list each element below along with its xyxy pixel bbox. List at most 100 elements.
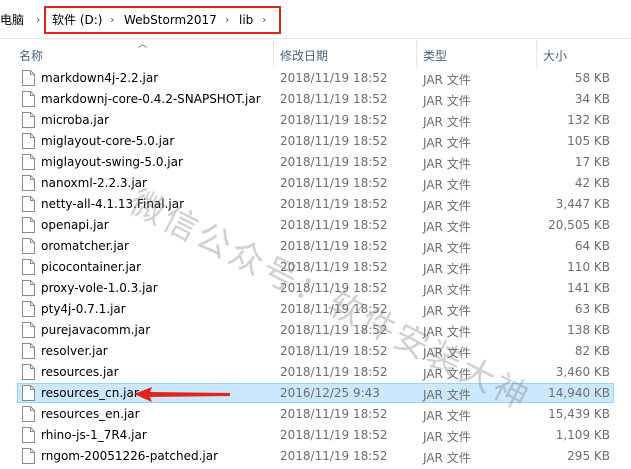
file-size: 110 KB (567, 260, 610, 274)
file-row[interactable]: rhino-js-1_7R4.jar 2018/11/19 18:52 JAR … (0, 425, 631, 446)
file-row[interactable]: nanoxml-2.2.3.jar 2018/11/19 18:52 JAR 文… (0, 173, 631, 194)
file-icon (22, 70, 35, 86)
file-name[interactable]: rngom-20051226-patched.jar (41, 449, 218, 463)
file-size: 82 KB (574, 344, 610, 358)
file-icon (22, 154, 35, 170)
file-name[interactable]: miglayout-swing-5.0.jar (41, 155, 183, 169)
column-header-size[interactable]: 大小 (543, 47, 567, 64)
file-type: JAR 文件 (423, 262, 471, 276)
column-header-name[interactable]: 名称 (19, 47, 43, 64)
file-name[interactable]: markdownj-core-0.4.2-SNAPSHOT.jar (41, 92, 261, 106)
address-bar[interactable]: 电脑 › 软件 (D:) › WebStorm2017 › lib › (0, 0, 631, 39)
file-row[interactable]: resolver.jar 2018/11/19 18:52 JAR 文件 82 … (0, 341, 631, 362)
file-date: 2018/11/19 18:52 (280, 407, 388, 421)
file-icon (22, 385, 35, 401)
file-icon (22, 322, 35, 338)
file-date: 2018/11/19 18:52 (280, 155, 388, 169)
file-row[interactable]: rngom-20051226-patched.jar 2018/11/19 18… (0, 446, 631, 467)
file-row[interactable]: miglayout-core-5.0.jar 2018/11/19 18:52 … (0, 131, 631, 152)
file-icon (22, 217, 35, 233)
file-icon (22, 364, 35, 380)
file-date: 2018/11/19 18:52 (280, 260, 388, 274)
file-icon (22, 448, 35, 464)
file-name[interactable]: markdown4j-2.2.jar (41, 71, 158, 85)
file-type: JAR 文件 (423, 283, 471, 297)
file-type: JAR 文件 (423, 367, 471, 381)
file-type: JAR 文件 (423, 430, 471, 444)
file-date: 2018/11/19 18:52 (280, 323, 388, 337)
file-date: 2018/11/19 18:52 (280, 176, 388, 190)
column-divider[interactable] (273, 40, 274, 68)
file-size: 132 KB (567, 113, 610, 127)
file-icon (22, 301, 35, 317)
file-size: 295 KB (567, 449, 610, 463)
file-date: 2018/11/19 18:52 (280, 92, 388, 106)
file-icon (22, 259, 35, 275)
file-row[interactable]: markdownj-core-0.4.2-SNAPSHOT.jar 2018/1… (0, 89, 631, 110)
chevron-right-icon[interactable]: › (225, 12, 229, 28)
file-name[interactable]: oromatcher.jar (41, 239, 129, 253)
file-row[interactable]: markdown4j-2.2.jar 2018/11/19 18:52 JAR … (0, 68, 631, 89)
file-name[interactable]: nanoxml-2.2.3.jar (41, 176, 147, 190)
file-name[interactable]: resources_en.jar (41, 407, 140, 421)
file-date: 2018/11/19 18:52 (280, 197, 388, 211)
breadcrumb-item-webstorm[interactable]: WebStorm2017 (124, 12, 217, 28)
file-row[interactable]: netty-all-4.1.13.Final.jar 2018/11/19 18… (0, 194, 631, 215)
breadcrumb-item-computer[interactable]: 电脑 (0, 12, 24, 28)
column-header-modified[interactable]: 修改日期 (280, 47, 328, 64)
file-size: 3,460 KB (555, 365, 610, 379)
file-size: 14,940 KB (548, 386, 610, 400)
file-name[interactable]: pty4j-0.7.1.jar (41, 302, 126, 316)
file-date: 2018/11/19 18:52 (280, 365, 388, 379)
file-row[interactable]: resources_en.jar 2018/11/19 18:52 JAR 文件… (0, 404, 631, 425)
file-name[interactable]: picocontainer.jar (41, 260, 141, 274)
file-type: JAR 文件 (423, 409, 471, 423)
breadcrumb-item-drive[interactable]: 软件 (D:) (52, 12, 102, 28)
file-row[interactable]: resources_cn.jar 2016/12/25 9:43 JAR 文件 … (0, 383, 631, 404)
file-name[interactable]: openapi.jar (41, 218, 109, 232)
file-row[interactable]: microba.jar 2018/11/19 18:52 JAR 文件 132 … (0, 110, 631, 131)
file-date: 2018/11/19 18:52 (280, 281, 388, 295)
file-date: 2018/11/19 18:52 (280, 71, 388, 85)
breadcrumb-item-lib[interactable]: lib (239, 12, 253, 28)
file-name[interactable]: rhino-js-1_7R4.jar (41, 428, 147, 442)
chevron-right-icon[interactable]: › (262, 12, 266, 28)
file-row[interactable]: resources.jar 2018/11/19 18:52 JAR 文件 3,… (0, 362, 631, 383)
chevron-right-icon[interactable]: › (110, 12, 114, 28)
file-row[interactable]: openapi.jar 2018/11/19 18:52 JAR 文件 20,5… (0, 215, 631, 236)
file-row[interactable]: oromatcher.jar 2018/11/19 18:52 JAR 文件 6… (0, 236, 631, 257)
file-name[interactable]: microba.jar (41, 113, 109, 127)
file-icon (22, 343, 35, 359)
file-icon (22, 406, 35, 422)
file-name[interactable]: netty-all-4.1.13.Final.jar (41, 197, 184, 211)
file-date: 2018/11/19 18:52 (280, 428, 388, 442)
column-divider[interactable] (416, 40, 417, 68)
file-size: 17 KB (574, 155, 610, 169)
file-row[interactable]: proxy-vole-1.0.3.jar 2018/11/19 18:52 JA… (0, 278, 631, 299)
column-header-type[interactable]: 类型 (423, 47, 447, 64)
file-icon (22, 112, 35, 128)
file-size: 34 KB (574, 92, 610, 106)
file-row[interactable]: miglayout-swing-5.0.jar 2018/11/19 18:52… (0, 152, 631, 173)
file-size: 1,109 KB (555, 428, 610, 442)
file-name[interactable]: purejavacomm.jar (41, 323, 150, 337)
file-name[interactable]: resources_cn.jar (41, 386, 139, 400)
file-date: 2016/12/25 9:43 (280, 386, 380, 400)
file-name[interactable]: proxy-vole-1.0.3.jar (41, 281, 158, 295)
file-icon (22, 196, 35, 212)
file-date: 2018/11/19 18:52 (280, 449, 388, 463)
file-size: 141 KB (567, 281, 610, 295)
file-icon (22, 91, 35, 107)
file-row[interactable]: picocontainer.jar 2018/11/19 18:52 JAR 文… (0, 257, 631, 278)
file-name[interactable]: resources.jar (41, 365, 119, 379)
file-row[interactable]: purejavacomm.jar 2018/11/19 18:52 JAR 文件… (0, 320, 631, 341)
chevron-right-icon[interactable]: › (36, 12, 40, 28)
file-size: 3,447 KB (555, 197, 610, 211)
file-icon (22, 238, 35, 254)
column-divider[interactable] (536, 40, 537, 68)
file-name[interactable]: resolver.jar (41, 344, 108, 358)
file-type: JAR 文件 (423, 325, 471, 339)
file-name[interactable]: miglayout-core-5.0.jar (41, 134, 174, 148)
file-row[interactable]: pty4j-0.7.1.jar 2018/11/19 18:52 JAR 文件 … (0, 299, 631, 320)
file-type: JAR 文件 (423, 157, 471, 171)
